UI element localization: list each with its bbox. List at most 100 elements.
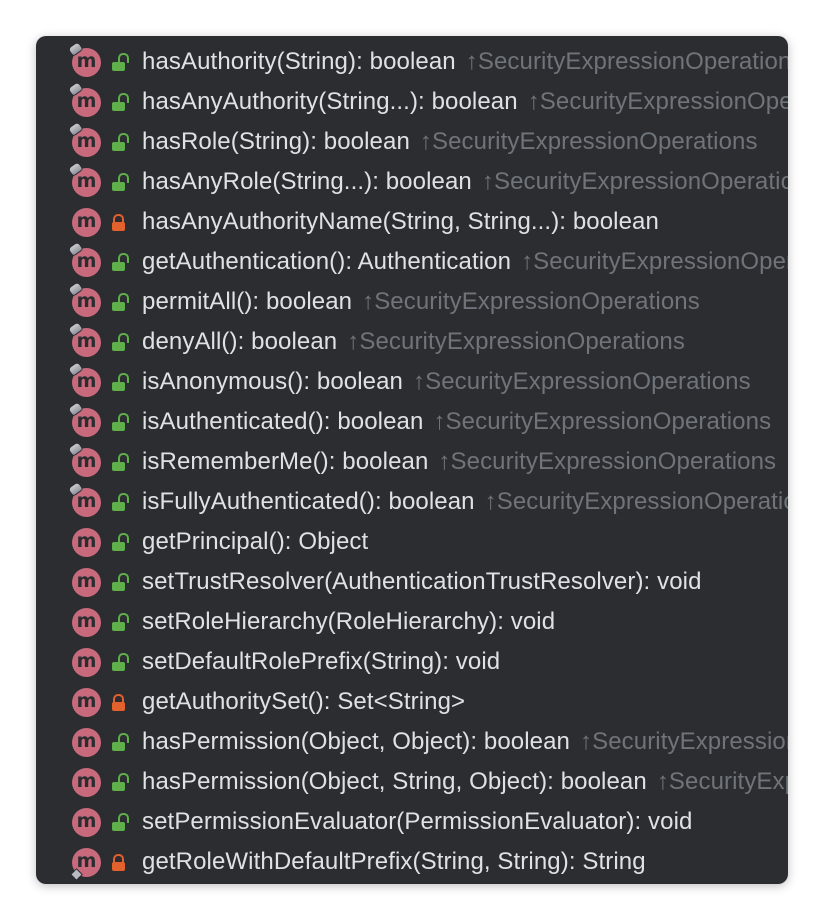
method-row[interactable]: m setTrustResolver(AuthenticationTrustRes… (36, 562, 788, 602)
method-signature: hasAnyRole(String...): boolean ↑SecurityE… (142, 162, 788, 202)
method-icon: m (72, 808, 101, 837)
method-origin: ↑SecurityExpressionOperations (433, 408, 772, 435)
method-row[interactable]: m hasAnyAuthority(String...): boolean ↑Sec… (36, 82, 788, 122)
method-row[interactable]: m setPermissionEvaluator(PermissionEvalua… (36, 802, 788, 842)
method-signature: denyAll(): boolean ↑SecurityExpressionOpe… (142, 322, 685, 362)
method-origin: ↑SecurityExpressionOperations (580, 728, 788, 755)
lock-icon (112, 694, 126, 711)
method-signature-text: isRememberMe(): boolean (142, 448, 429, 475)
method-origin: ↑SecurityExpressionOperations (527, 88, 788, 115)
lock-icon (112, 854, 126, 871)
method-origin: ↑SecurityExpressionOperations (521, 248, 788, 275)
method-signature-text: setPermissionEvaluator(PermissionEvaluat… (142, 808, 693, 835)
method-row[interactable]: m setDefaultRolePrefix(String): void (36, 642, 788, 682)
method-signature-text: setDefaultRolePrefix(String): void (142, 648, 501, 675)
method-signature: getAuthentication(): Authentication ↑Secu… (142, 242, 788, 282)
method-row[interactable]: m hasAnyRole(String...): boolean ↑Security… (36, 162, 788, 202)
method-signature-text: hasAnyAuthority(String...): boolean (142, 88, 518, 115)
method-row[interactable]: m isFullyAuthenticated(): boolean ↑Securit… (36, 482, 788, 522)
method-signature: permitAll(): boolean ↑SecurityExpressionO… (142, 282, 700, 322)
method-icon: m (72, 688, 101, 717)
method-origin: ↑SecurityExpressionOperations (362, 288, 700, 315)
method-signature: hasRole(String): boolean ↑SecurityExpress… (142, 122, 758, 162)
unlocked-icon (112, 373, 129, 391)
method-row[interactable]: m getAuthoritySet(): Set<String> (36, 682, 788, 722)
unlocked-icon (112, 533, 129, 551)
method-signature-text: hasAuthority(String): boolean (142, 48, 456, 75)
method-origin: ↑SecurityExpressionOperations (438, 448, 777, 475)
method-signature-text: hasPermission(Object, String, Object): b… (142, 768, 647, 795)
method-row[interactable]: m isAuthenticated(): boolean ↑SecurityExpr… (36, 402, 788, 442)
method-list: m hasAuthority(String): boolean ↑SecurityE… (36, 42, 788, 882)
unlocked-icon (112, 53, 129, 71)
method-signature-text: denyAll(): boolean (142, 328, 338, 355)
method-signature: getAuthoritySet(): Set<String> (142, 682, 465, 722)
method-signature-text: permitAll(): boolean (142, 288, 353, 315)
method-signature-text: isAuthenticated(): boolean (142, 408, 424, 435)
method-signature-text: hasRole(String): boolean (142, 128, 410, 155)
method-signature-text: hasAnyAuthorityName(String, String...): … (142, 208, 659, 235)
method-signature: hasPermission(Object, Object): boolean ↑S… (142, 722, 788, 762)
method-signature: setTrustResolver(AuthenticationTrustReso… (142, 562, 702, 602)
method-row[interactable]: m hasPermission(Object, String, Object): … (36, 762, 788, 802)
method-origin: ↑SecurityExpressionOperations (419, 128, 758, 155)
method-icon: m (72, 728, 101, 757)
method-icon: m (72, 768, 101, 797)
method-signature: hasAnyAuthority(String...): boolean ↑Secu… (142, 82, 788, 122)
method-signature-text: isFullyAuthenticated(): boolean (142, 488, 475, 515)
method-row[interactable]: m getRoleWithDefaultPrefix(String, String… (36, 842, 788, 882)
method-row[interactable]: m getPrincipal(): Object (36, 522, 788, 562)
unlocked-icon (112, 93, 129, 111)
unlocked-icon (112, 253, 129, 271)
method-row[interactable]: m setRoleHierarchy(RoleHierarchy): void (36, 602, 788, 642)
method-origin: ↑SecurityExpressionOperations (465, 48, 788, 75)
method-row[interactable]: m denyAll(): boolean ↑SecurityExpressionOp… (36, 322, 788, 362)
unlocked-icon (112, 573, 129, 591)
method-signature-text: getAuthentication(): Authentication (142, 248, 512, 275)
method-signature-text: isAnonymous(): boolean (142, 368, 404, 395)
method-icon: m (72, 608, 101, 637)
method-origin: ↑SecurityExpressionOperations (347, 328, 685, 355)
unlocked-icon (112, 653, 129, 671)
method-row[interactable]: m isAnonymous(): boolean ↑SecurityExpressi… (36, 362, 788, 402)
lock-icon (112, 214, 126, 231)
method-signature: getRoleWithDefaultPrefix(String, String)… (142, 842, 646, 882)
unlocked-icon (112, 453, 129, 471)
method-signature: hasAnyAuthorityName(String, String...): … (142, 202, 659, 242)
unlocked-icon (112, 493, 129, 511)
unlocked-icon (112, 613, 129, 631)
method-signature-text: getPrincipal(): Object (142, 528, 369, 555)
method-signature-text: setRoleHierarchy(RoleHierarchy): void (142, 608, 556, 635)
unlocked-icon (112, 773, 129, 791)
method-signature: isRememberMe(): boolean ↑SecurityExpressi… (142, 442, 776, 482)
unlocked-icon (112, 733, 129, 751)
unlocked-icon (112, 133, 129, 151)
method-row[interactable]: m isRememberMe(): boolean ↑SecurityExpress… (36, 442, 788, 482)
method-origin: ↑SecurityExpressionOperations (413, 368, 751, 395)
method-signature: hasPermission(Object, String, Object): b… (142, 762, 788, 802)
method-icon: m (72, 648, 101, 677)
method-row[interactable]: m getAuthentication(): Authentication ↑Sec… (36, 242, 788, 282)
method-icon: m (72, 568, 101, 597)
method-row[interactable]: m hasAuthority(String): boolean ↑SecurityE… (36, 42, 788, 82)
method-icon: m (72, 208, 101, 237)
method-signature-text: hasAnyRole(String...): boolean (142, 168, 472, 195)
method-signature: setDefaultRolePrefix(String): void (142, 642, 500, 682)
structure-popup: m hasAuthority(String): boolean ↑SecurityE… (36, 36, 788, 884)
unlocked-icon (112, 173, 129, 191)
method-signature: isAuthenticated(): boolean ↑SecurityExpre… (142, 402, 771, 442)
method-row[interactable]: m permitAll(): boolean ↑SecurityExpression… (36, 282, 788, 322)
method-signature-text: setTrustResolver(AuthenticationTrustReso… (142, 568, 702, 595)
unlocked-icon (112, 413, 129, 431)
unlocked-icon (112, 813, 129, 831)
method-row[interactable]: m hasRole(String): boolean ↑SecurityExpres… (36, 122, 788, 162)
method-row[interactable]: m hasAnyAuthorityName(String, String...):… (36, 202, 788, 242)
method-origin: ↑SecurityExpressionOperations (484, 488, 788, 515)
unlocked-icon (112, 293, 129, 311)
method-signature: setPermissionEvaluator(PermissionEvaluat… (142, 802, 692, 842)
method-row[interactable]: m hasPermission(Object, Object): boolean ↑… (36, 722, 788, 762)
method-signature: isFullyAuthenticated(): boolean ↑Security… (142, 482, 788, 522)
method-signature-text: hasPermission(Object, Object): boolean (142, 728, 570, 755)
method-icon: m (72, 528, 101, 557)
method-signature: isAnonymous(): boolean ↑SecurityExpressio… (142, 362, 751, 402)
